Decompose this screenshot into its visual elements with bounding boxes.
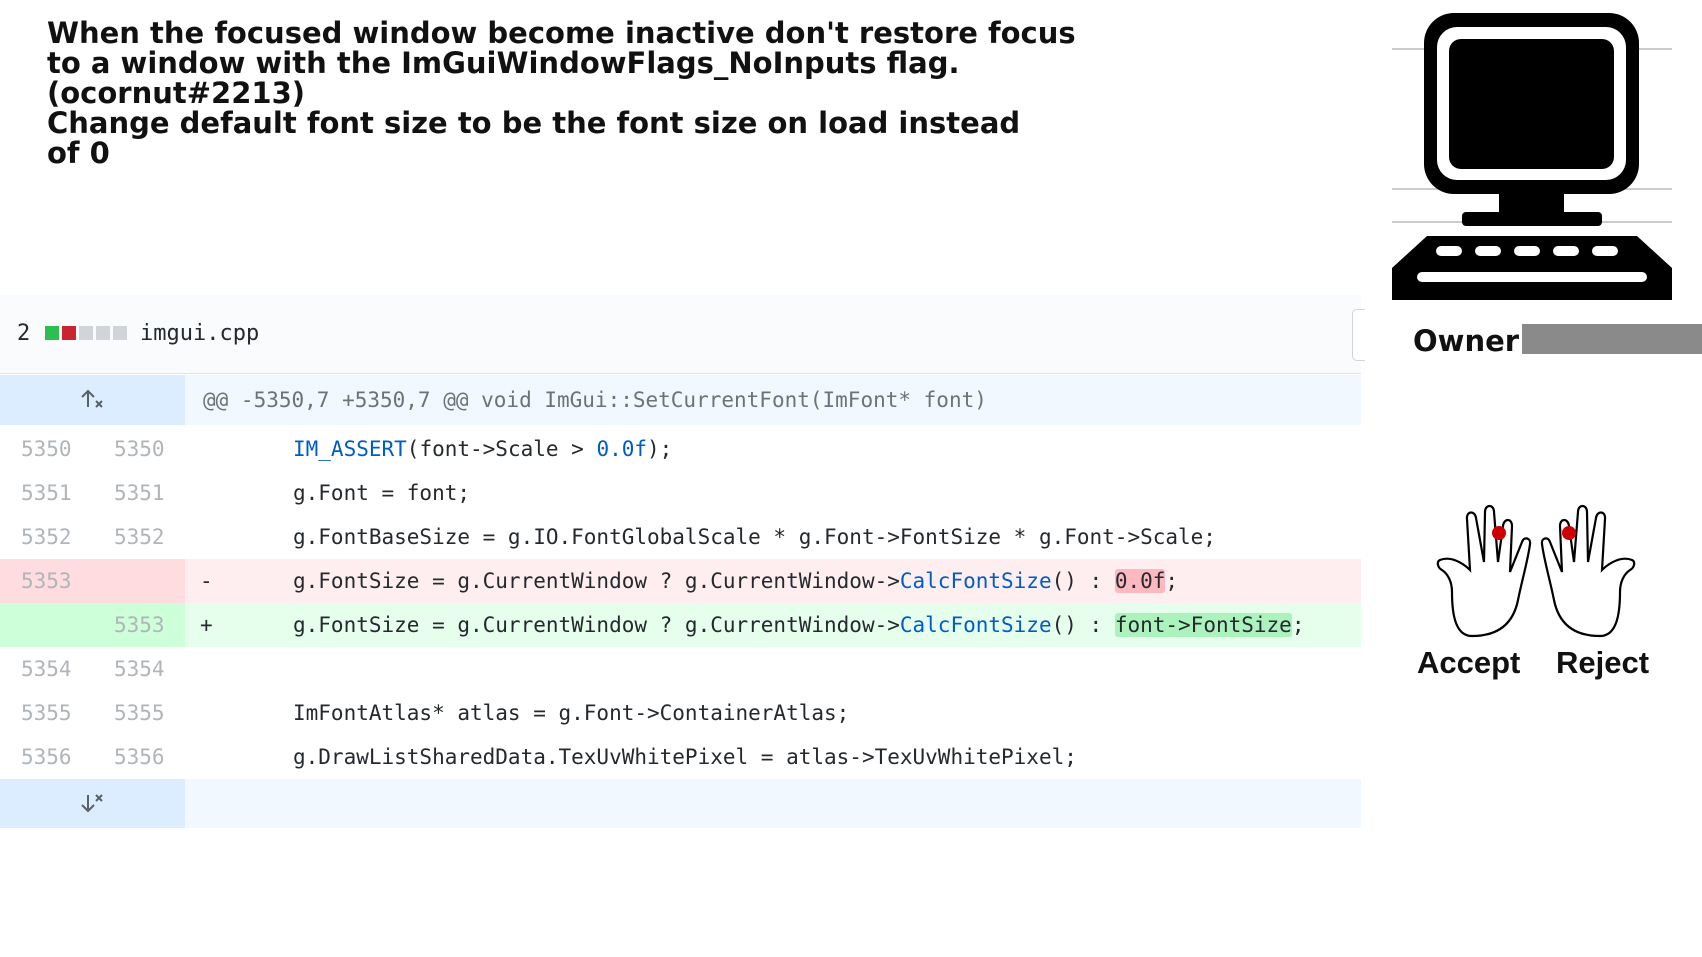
old-line-number[interactable]: 5352 — [0, 515, 94, 559]
new-line-number[interactable]: 5351 — [94, 471, 188, 515]
code-text: g.Font = font; — [293, 481, 471, 505]
new-line-number[interactable]: 5353 — [94, 603, 188, 647]
accept-hand-icon[interactable] — [1412, 500, 1532, 640]
expand-up-button[interactable] — [0, 375, 185, 425]
diffstat-block — [113, 326, 127, 340]
old-line-number[interactable] — [0, 603, 94, 647]
old-line-number[interactable]: 5356 — [0, 735, 94, 779]
diffstat-block — [45, 326, 59, 340]
old-line-number[interactable]: 5355 — [0, 691, 94, 735]
new-line-number[interactable]: 5352 — [94, 515, 188, 559]
diff-line-addition: 5353 + g.FontSize = g.CurrentWindow ? g.… — [0, 603, 1361, 647]
code-text: g.FontSize = g.CurrentWindow ? g.Current… — [293, 569, 1179, 593]
diff-line-deletion: 5353 - g.FontSize = g.CurrentWindow ? g.… — [0, 559, 1361, 603]
code-text: g.FontSize = g.CurrentWindow ? g.Current… — [293, 613, 1305, 637]
hunk-header: @@ -5350,7 +5350,7 @@ void ImGui::SetCur… — [0, 375, 1361, 425]
new-line-number[interactable] — [94, 559, 188, 603]
hunk-footer — [0, 779, 1361, 828]
diffstat-block — [96, 326, 110, 340]
new-line-number[interactable]: 5356 — [94, 735, 188, 779]
computer-icon — [1392, 13, 1672, 300]
code-text: IM_ASSERT(font->Scale > 0.0f); — [293, 437, 673, 461]
new-line-number[interactable]: 5354 — [94, 647, 188, 691]
diff-panel: 2 imgui.cpp @@ -5350,7 +5350,7 @@ void I… — [0, 295, 1365, 828]
reject-hand-icon[interactable] — [1540, 500, 1660, 640]
change-count: 2 — [17, 321, 31, 346]
file-name[interactable]: imgui.cpp — [140, 321, 259, 346]
commit-message-line: When the focused window become inactive … — [47, 16, 1076, 50]
owner-label: Owner: — [1413, 324, 1531, 358]
old-line-number[interactable]: 5353 — [0, 559, 94, 603]
diffstat-block — [62, 326, 76, 340]
accept-button[interactable]: Accept — [1417, 645, 1520, 681]
diff-line: 5355 5355 ImFontAtlas* atlas = g.Font->C… — [0, 691, 1361, 735]
expand-down-button[interactable] — [0, 779, 185, 828]
owner-value-redacted — [1522, 324, 1702, 354]
old-line-number[interactable]: 5351 — [0, 471, 94, 515]
diff-sign: - — [200, 569, 213, 593]
diff-line: 5350 5350 IM_ASSERT(font->Scale > 0.0f); — [0, 427, 1361, 471]
diff-line: 5351 5351 g.Font = font; — [0, 471, 1361, 515]
expand-down-icon[interactable] — [78, 791, 106, 815]
hunk-header-text: @@ -5350,7 +5350,7 @@ void ImGui::SetCur… — [203, 388, 987, 412]
commit-message-line: to a window with the ImGuiWindowFlags_No… — [47, 46, 960, 80]
code-text: g.DrawListSharedData.TexUvWhitePixel = a… — [293, 745, 1077, 769]
commit-message-line: (ocornut#2213) — [47, 76, 306, 110]
commit-message: When the focused window become inactive … — [47, 16, 1076, 170]
commit-message-line: of 0 — [47, 136, 110, 170]
diff-line: 5356 5356 g.DrawListSharedData.TexUvWhit… — [0, 735, 1361, 779]
new-line-number[interactable]: 5355 — [94, 691, 188, 735]
new-line-number[interactable]: 5350 — [94, 427, 188, 471]
diff-line: 5352 5352 g.FontBaseSize = g.IO.FontGlob… — [0, 515, 1361, 559]
diff-line: 5354 5354 — [0, 647, 1361, 691]
diff-sign: + — [200, 613, 213, 637]
code-text: g.FontBaseSize = g.IO.FontGlobalScale * … — [293, 525, 1216, 549]
old-line-number[interactable]: 5350 — [0, 427, 94, 471]
file-header: 2 imgui.cpp — [0, 295, 1365, 374]
diffstat-block — [79, 326, 93, 340]
reject-button[interactable]: Reject — [1556, 645, 1649, 681]
diffstat-blocks — [45, 326, 130, 342]
file-actions-button[interactable] — [1352, 309, 1365, 361]
code-text: ImFontAtlas* atlas = g.Font->ContainerAt… — [293, 701, 850, 725]
expand-up-icon[interactable] — [78, 387, 106, 411]
old-line-number[interactable]: 5354 — [0, 647, 94, 691]
commit-message-line: Change default font size to be the font … — [47, 106, 1021, 140]
